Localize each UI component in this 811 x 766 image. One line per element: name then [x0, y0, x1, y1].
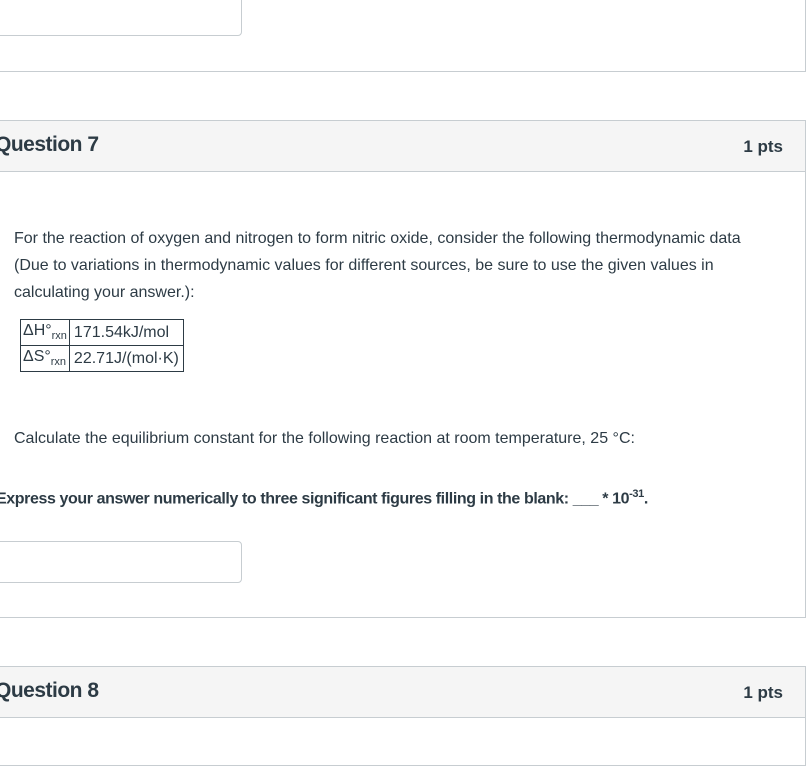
question-intro: For the reaction of oxygen and nitrogen … — [14, 225, 774, 306]
table-row: ΔH°rxn171.54kJ/mol — [21, 320, 184, 346]
previous-question-container — [0, 0, 806, 72]
instruction-text: Express your answer numerically to three… — [0, 490, 629, 507]
answer-input[interactable] — [0, 541, 242, 583]
value: 22.71J/(mol·K) — [69, 346, 183, 372]
question-8-header: Question 8 1 pts — [0, 666, 806, 718]
thermo-data-table: ΔH°rxn171.54kJ/mol ΔS°rxn22.71J/(mol·K) — [20, 319, 184, 372]
value: 171.54kJ/mol — [69, 320, 183, 346]
exponent: -31 — [629, 488, 644, 500]
symbol: ΔH° — [23, 322, 52, 339]
question-points: 1 pts — [743, 683, 783, 703]
question-7-header: Question 7 1 pts — [0, 120, 806, 172]
subscript: rxn — [52, 331, 67, 343]
question-title: Question 7 — [0, 133, 99, 157]
subscript: rxn — [51, 357, 66, 369]
symbol: ΔS° — [23, 348, 51, 365]
period: . — [644, 490, 648, 507]
question-title: Question 8 — [0, 679, 99, 703]
question-points: 1 pts — [743, 137, 783, 157]
question-prompt: Calculate the equilibrium constant for t… — [14, 425, 774, 452]
table-row: ΔS°rxn22.71J/(mol·K) — [21, 346, 184, 372]
answer-instruction: Express your answer numerically to three… — [0, 488, 648, 508]
